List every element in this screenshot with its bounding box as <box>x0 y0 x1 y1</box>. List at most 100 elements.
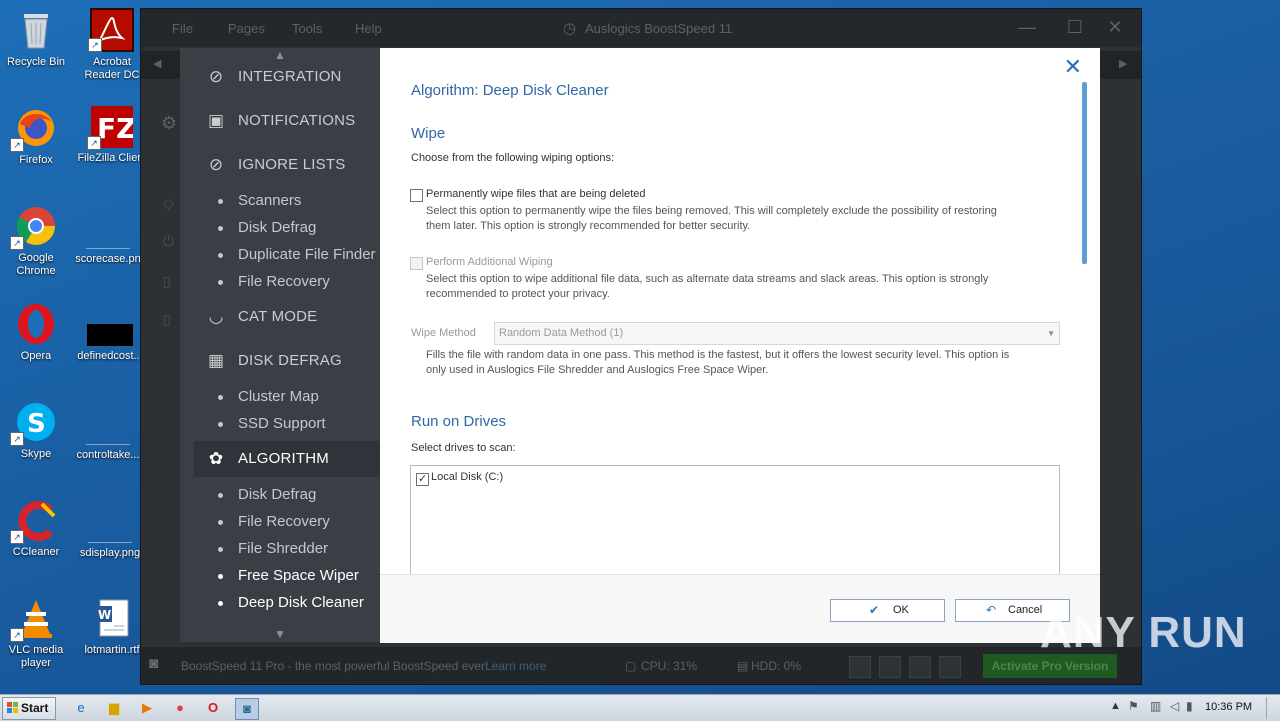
sidebar-sub-disk-defrag[interactable]: Disk Defrag <box>180 214 380 241</box>
clock-button[interactable] <box>849 656 871 678</box>
menu-help[interactable]: Help <box>355 21 382 36</box>
desktop-icon-vlc[interactable]: ↗ VLC media player <box>1 596 71 670</box>
additional-wiping-description: Select this option to wipe additional fi… <box>426 272 988 302</box>
save-button[interactable] <box>879 656 901 678</box>
sidebar-item-label: INTEGRATION <box>238 68 342 85</box>
desktop-icon-recycle-bin[interactable]: Recycle Bin <box>1 8 71 69</box>
drive-c-checkbox[interactable] <box>416 472 429 486</box>
cancel-button-label: Cancel <box>1008 604 1043 616</box>
show-hidden-icons-arrow[interactable]: ▲ <box>1110 700 1121 712</box>
cpu-usage: CPU: 31% <box>641 659 698 673</box>
explorer-taskbar-icon[interactable]: ▆ <box>103 698 125 718</box>
menu-file[interactable]: File <box>172 21 193 36</box>
shortcut-arrow-icon: ↗ <box>10 138 24 152</box>
status-bar: ◙ BoostSpeed 11 Pro - the most powerful … <box>141 647 1141 684</box>
sidebar-sub-cluster-map[interactable]: Cluster Map <box>180 383 380 410</box>
sidebar-item-cat-mode[interactable]: ◡ CAT MODE <box>180 299 380 335</box>
chevron-down-icon: ▼ <box>1047 329 1055 338</box>
content-scrollbar[interactable] <box>1080 78 1090 574</box>
wipe-files-checkbox[interactable] <box>410 189 423 202</box>
algorithm-icon: ✿ <box>208 449 224 468</box>
sidebar-item-integration[interactable]: ⊘ INTEGRATION <box>180 59 380 95</box>
desktop-icon-label: CCleaner <box>12 546 60 558</box>
description-line: them later. This option is strongly reco… <box>426 220 751 232</box>
additional-wiping-label[interactable]: Perform Additional Wiping <box>426 256 553 268</box>
block-icon: ⊘ <box>208 155 224 174</box>
undo-icon: ↶ <box>986 603 997 617</box>
sidebar-item-notifications[interactable]: ▣ NOTIFICATIONS <box>180 103 380 139</box>
sidebar-sub-algo-file-shredder[interactable]: File Shredder <box>180 535 380 562</box>
desktop-icon-scorecase[interactable]: scorecase.pn <box>73 204 143 266</box>
sidebar-sub-label: Disk Defrag <box>238 486 317 503</box>
sidebar-item-ignore-lists[interactable]: ⊘ IGNORE LISTS <box>180 147 380 183</box>
chrome-taskbar-icon[interactable]: ● <box>169 698 191 718</box>
menu-pages[interactable]: Pages <box>228 21 265 36</box>
volume-icon[interactable]: ◁ <box>1170 699 1179 713</box>
scroll-down-arrow-icon[interactable]: ▼ <box>180 627 380 641</box>
network-icon[interactable]: ▥ <box>1150 699 1161 713</box>
desktop-icon-acrobat[interactable]: ↗ Acrobat Reader DC <box>77 8 147 82</box>
start-label: Start <box>21 701 49 715</box>
wipe-method-label: Wipe Method <box>411 327 476 339</box>
desktop-icon-label: Skype <box>20 448 52 460</box>
wipe-files-label[interactable]: Permanently wipe files that are being de… <box>426 188 646 200</box>
desktop-icon-sdisplay[interactable]: sdisplay.png <box>75 498 145 560</box>
drive-c-label[interactable]: Local Disk (C:) <box>431 471 503 483</box>
sidebar-sub-label: Cluster Map <box>238 388 319 405</box>
desktop-icon-lotmartin[interactable]: W lotmartin.rtf <box>77 596 147 657</box>
desktop-icon-definedcost[interactable]: definedcost... <box>75 302 145 363</box>
action-center-icon[interactable]: ⚑ <box>1128 699 1139 713</box>
boostspeed-logo-icon: ◙ <box>149 655 159 672</box>
chevron-down-button[interactable] <box>939 656 961 678</box>
desktop-icon-label: Opera <box>20 350 52 362</box>
minimize-button[interactable]: — <box>1015 17 1039 39</box>
desktop-icon-label: controltake... <box>76 449 140 461</box>
windows-logo-icon <box>7 702 18 713</box>
bullet-icon <box>218 395 223 400</box>
show-desktop-button[interactable] <box>1266 697 1279 719</box>
menu-tools[interactable]: Tools <box>292 21 322 36</box>
opera-taskbar-icon[interactable]: O <box>202 698 224 718</box>
shortcut-arrow-icon: ↗ <box>10 432 24 446</box>
desktop-icon-label: sdisplay.png <box>79 547 141 559</box>
sidebar-sub-algo-free-space-wiper[interactable]: Free Space Wiper <box>180 562 380 589</box>
word-doc-icon: W <box>90 596 134 640</box>
desktop-icon-opera[interactable]: Opera <box>1 302 71 363</box>
ie-taskbar-icon[interactable]: e <box>70 698 92 718</box>
start-button[interactable]: Start <box>2 697 56 720</box>
ok-button[interactable]: ✔ OK <box>830 599 945 622</box>
sidebar-sub-algo-file-recovery[interactable]: File Recovery <box>180 508 380 535</box>
desktop-icon-ccleaner[interactable]: ↗ CCleaner <box>1 498 71 559</box>
close-dialog-button[interactable]: ✕ <box>1064 56 1082 78</box>
taskbar-clock[interactable]: 10:36 PM <box>1205 701 1252 713</box>
sidebar-sub-algo-disk-defrag[interactable]: Disk Defrag <box>180 481 380 508</box>
additional-wiping-checkbox[interactable] <box>410 257 423 270</box>
desktop-icon-firefox[interactable]: ↗ Firefox <box>1 106 71 167</box>
sidebar-item-disk-defrag[interactable]: ▦ DISK DEFRAG <box>180 343 380 379</box>
sidebar-sub-duplicate-file-finder[interactable]: Duplicate File Finder <box>180 241 380 268</box>
desktop-icon-chrome[interactable]: ↗ Google Chrome <box>1 204 71 278</box>
sidebar-sub-algo-deep-disk-cleaner[interactable]: Deep Disk Cleaner <box>180 589 380 616</box>
media-player-taskbar-icon[interactable]: ▶ <box>136 698 158 718</box>
sidebar-sub-label: Duplicate File Finder <box>238 246 376 263</box>
desktop-icon-skype[interactable]: S ↗ Skype <box>1 400 71 461</box>
wipe-method-select[interactable]: Random Data Method (1) ▼ <box>494 322 1060 345</box>
dialog-footer: ✔ OK ↶ Cancel <box>380 574 1100 643</box>
boostspeed-taskbar-icon[interactable]: ◙ <box>235 698 259 720</box>
sidebar-sub-label: File Recovery <box>238 513 330 530</box>
maximize-button[interactable]: ☐ <box>1063 17 1087 39</box>
svg-text:S: S <box>27 409 46 439</box>
desktop-icon-controltake[interactable]: controltake... <box>73 400 143 462</box>
sidebar-sub-scanners[interactable]: Scanners <box>180 187 380 214</box>
sidebar-sub-file-recovery[interactable]: File Recovery <box>180 268 380 295</box>
settings-button[interactable] <box>909 656 931 678</box>
power-tray-icon[interactable]: ▮ <box>1186 699 1193 713</box>
file-icon <box>86 400 130 445</box>
scrollbar-thumb[interactable] <box>1082 82 1087 264</box>
sidebar-sub-ssd-support[interactable]: SSD Support <box>180 410 380 437</box>
learn-more-link[interactable]: Learn more <box>485 659 546 673</box>
desktop-icon-filezilla[interactable]: FZ ↗ FileZilla Client <box>77 106 147 165</box>
close-window-button[interactable]: ✕ <box>1103 17 1127 39</box>
shield-icon: ▯ <box>163 273 171 289</box>
sidebar-item-algorithm[interactable]: ✿ ALGORITHM <box>194 441 380 477</box>
